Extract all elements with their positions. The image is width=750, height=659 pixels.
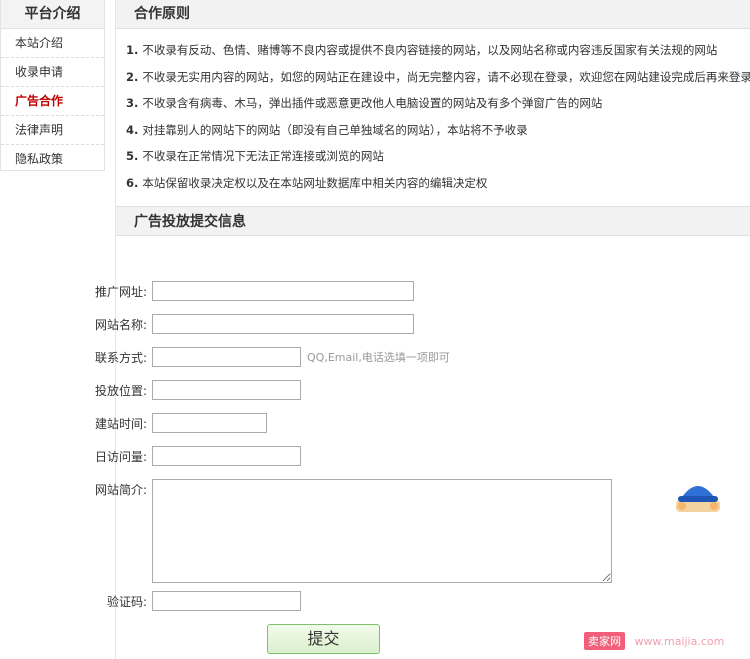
rule-item: 5. 不收录在正常情况下无法正常连接或浏览的网站 (126, 149, 384, 164)
sidebar-title: 平台介绍 (1, 0, 104, 29)
intro-textarea[interactable] (152, 479, 612, 583)
rule-item: 4. 对挂靠别人的网站下的网站（即没有自己单独域名的网站），本站将不予收录 (126, 122, 528, 137)
sidebar-item-ad-cooperation[interactable]: 广告合作 (1, 87, 104, 116)
promo-url-row: 推广网址: (60, 281, 414, 303)
daily-visits-row: 日访问量: (60, 446, 301, 468)
watermark-logo: 卖家网 (584, 632, 625, 650)
watermark: 卖家网 www.maijia.com (584, 632, 724, 650)
principles-heading: 合作原则 (116, 0, 750, 29)
promo-url-label: 推广网址: (94, 285, 147, 299)
captcha-input[interactable] (152, 591, 301, 611)
rule-item: 2. 不收录无实用内容的网站，如您的网站正在建设中，尚无完整内容，请不必现在登录，… (126, 69, 750, 84)
promo-url-input[interactable] (152, 281, 414, 301)
watermark-url: www.maijia.com (634, 635, 725, 648)
captcha-row: 验证码: (60, 591, 301, 613)
submit-button[interactable]: 提交 (267, 624, 380, 654)
build-time-row: 建站时间: (60, 413, 267, 435)
rule-item: 6. 本站保留收录决定权以及在本站网址数据库中相关内容的编辑决定权 (126, 175, 488, 190)
contact-hint: QQ,Email,电话选填一项即可 (307, 351, 450, 364)
position-input[interactable] (152, 380, 301, 400)
site-name-input[interactable] (152, 314, 414, 334)
build-time-input[interactable] (152, 413, 267, 433)
contact-row: 联系方式: QQ,Email,电话选填一项即可 (60, 347, 450, 369)
sidebar-item-submission[interactable]: 收录申请 (1, 58, 104, 87)
intro-row: 网站简介: (60, 479, 612, 583)
principles-list: 1. 不收录有反动、色情、赌博等不良内容或提供不良内容链接的网站，以及网站名称或内… (116, 29, 750, 197)
form-heading: 广告投放提交信息 (116, 206, 750, 236)
sidebar: 平台介绍 本站介绍 收录申请 广告合作 法律声明 隐私政策 (0, 0, 105, 171)
contact-input[interactable] (152, 347, 301, 367)
position-label: 投放位置: (94, 384, 147, 398)
rule-item: 1. 不收录有反动、色情、赌博等不良内容或提供不良内容链接的网站，以及网站名称或内… (126, 43, 718, 57)
contact-label: 联系方式: (94, 351, 147, 365)
rule-item: 3. 不收录含有病毒、木马，弹出插件或恶意更改他人电脑设置的网站及有多个弹窗广告的… (126, 96, 603, 111)
sidebar-item-legal[interactable]: 法律声明 (1, 116, 104, 145)
daily-visits-input[interactable] (152, 446, 301, 466)
intro-label: 网站简介: (94, 483, 147, 497)
daily-visits-label: 日访问量: (94, 450, 147, 464)
position-row: 投放位置: (60, 380, 301, 402)
site-name-label: 网站名称: (94, 318, 147, 332)
captcha-label: 验证码: (106, 595, 147, 609)
sidebar-item-about[interactable]: 本站介绍 (1, 29, 104, 58)
build-time-label: 建站时间: (94, 417, 147, 431)
site-name-row: 网站名称: (60, 314, 414, 336)
sidebar-item-privacy[interactable]: 隐私政策 (1, 145, 104, 173)
cartoon-avatar-icon (676, 486, 720, 512)
